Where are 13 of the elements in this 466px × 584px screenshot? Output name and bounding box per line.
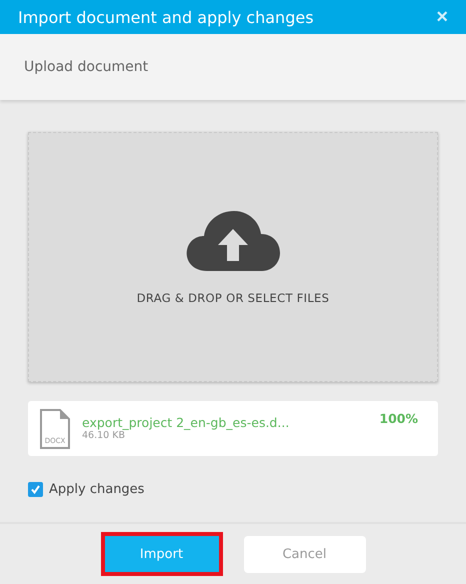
file-name: export_project 2_en-gb_es-es.d... <box>82 415 290 430</box>
section-title: Upload document <box>24 59 148 75</box>
cloud-upload-icon <box>185 209 281 273</box>
drop-zone[interactable]: DRAG & DROP OR SELECT FILES <box>28 132 438 382</box>
import-button[interactable]: Import <box>100 532 222 576</box>
document-icon <box>40 409 70 449</box>
cancel-button[interactable]: Cancel <box>244 536 366 572</box>
checkbox-label: Apply changes <box>49 482 144 497</box>
dropzone-label: DRAG & DROP OR SELECT FILES <box>136 291 330 305</box>
window-title: Import document and apply changes <box>18 8 314 26</box>
close-button[interactable]: × <box>436 6 448 28</box>
checkbox[interactable] <box>28 482 43 497</box>
file-size: 46.10 KB <box>82 430 126 441</box>
